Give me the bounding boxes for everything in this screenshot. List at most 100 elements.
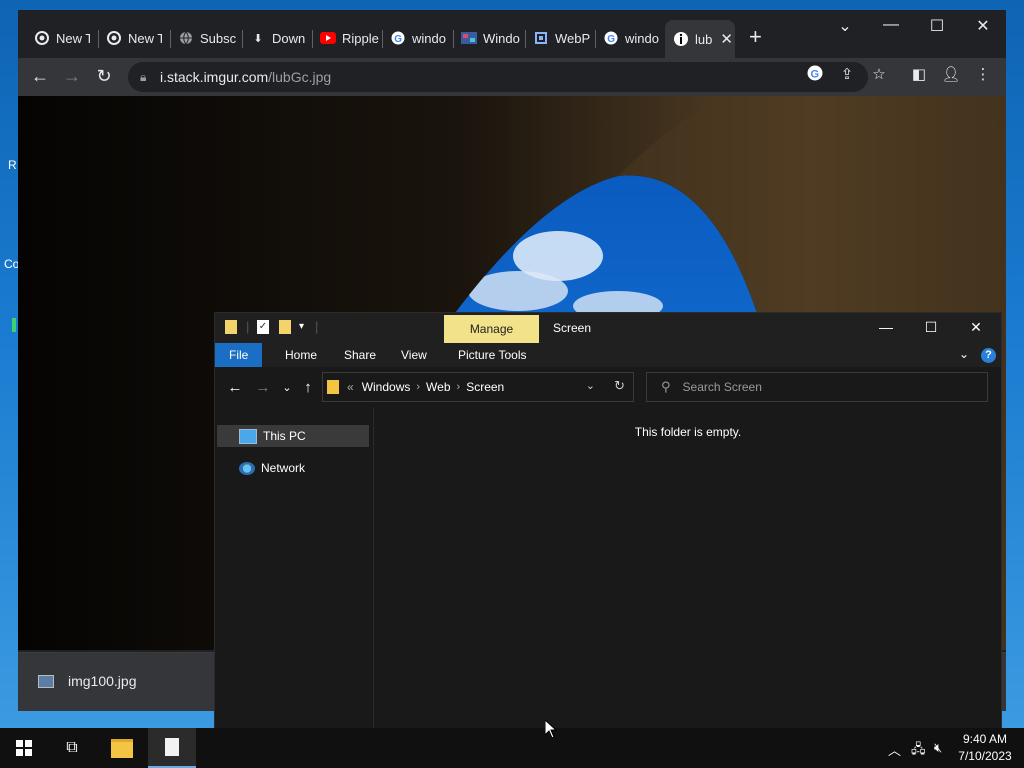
svg-text:G: G: [811, 69, 820, 81]
browser-tab[interactable]: ⬇ Down: [242, 24, 308, 52]
side-panel-icon[interactable]: ◧: [908, 65, 930, 83]
customize-quick-access-icon[interactable]: ▾: [299, 321, 304, 332]
breadcrumb-screen[interactable]: Screen: [466, 380, 504, 394]
tab-search-chevron-icon[interactable]: ⌄: [822, 16, 868, 36]
browser-tab[interactable]: Subsc: [170, 24, 236, 52]
browser-tab[interactable]: Ripple: [312, 24, 380, 52]
address-overflow[interactable]: «: [347, 380, 354, 394]
browser-tab[interactable]: Windo: [453, 24, 521, 52]
file-explorer-icon: [111, 738, 133, 758]
maximize-icon[interactable]: ☐: [908, 319, 954, 336]
back-arrow-icon[interactable]: ←: [28, 66, 52, 86]
browser-tab[interactable]: WebP: [525, 24, 591, 52]
navigation-pane: This PC Network: [215, 407, 374, 729]
start-button[interactable]: [0, 728, 48, 768]
tab-home[interactable]: Home: [271, 343, 331, 367]
explorer-titlebar: | ✓ ▾ | Manage Screen — ☐ ✕: [215, 313, 1001, 343]
tab-file[interactable]: File: [215, 343, 263, 367]
tab-share[interactable]: Share: [330, 343, 390, 367]
share-icon[interactable]: ⇪: [836, 65, 858, 83]
expand-ribbon-chevron-icon[interactable]: ⌄: [959, 347, 969, 361]
minimize-icon[interactable]: —: [863, 319, 909, 335]
chevron-right-icon[interactable]: ›: [457, 381, 461, 393]
file-list-area[interactable]: This folder is empty.: [375, 407, 1001, 729]
tab-label: Windo: [483, 30, 520, 46]
tab-label: windo: [412, 30, 446, 46]
tab-view[interactable]: View: [387, 343, 441, 367]
document-icon: [165, 738, 179, 756]
tab-label: Subsc: [200, 30, 236, 46]
browser-tab[interactable]: New T: [26, 24, 90, 52]
address-dropdown-chevron-icon[interactable]: ⌄: [586, 379, 595, 392]
new-folder-icon[interactable]: [279, 320, 291, 334]
browser-tab[interactable]: G windo: [382, 24, 448, 52]
close-tab-icon[interactable]: ✕: [720, 30, 733, 48]
breadcrumb-web[interactable]: Web: [426, 380, 450, 394]
reload-icon[interactable]: ↻: [92, 66, 116, 86]
svg-text:G: G: [607, 34, 615, 45]
desktop-icon-label[interactable]: R: [8, 158, 17, 172]
address-bar[interactable]: 🔒︎ i.stack.imgur.com/lubGc.jpg: [128, 62, 868, 92]
volume-muted-icon[interactable]: 🔇︎: [934, 740, 942, 756]
browser-tab[interactable]: G windo: [595, 24, 661, 52]
file-explorer-taskbar-button[interactable]: [98, 728, 146, 768]
download-item[interactable]: img100.jpg: [38, 673, 137, 689]
clock-date: 7/10/2023: [958, 749, 1012, 763]
forward-arrow-icon[interactable]: →: [60, 66, 84, 86]
window-title: Screen: [553, 321, 592, 335]
breadcrumb-windows[interactable]: Windows: [362, 380, 411, 394]
profile-icon[interactable]: 👤︎: [940, 65, 962, 83]
close-icon[interactable]: ✕: [960, 16, 1006, 36]
tab-label: windo: [625, 30, 659, 46]
properties-icon[interactable]: ✓: [257, 320, 269, 334]
system-clock[interactable]: 9:40 AM 7/10/2023: [952, 731, 1018, 765]
help-icon[interactable]: ?: [981, 348, 996, 363]
tab-strip: New T New T Subsc ⬇ Down Ripple G windo: [18, 10, 1006, 58]
google-lens-icon[interactable]: G: [804, 65, 826, 85]
network-icon: [239, 461, 255, 475]
nav-item-network[interactable]: Network: [217, 457, 369, 479]
folder-icon[interactable]: [225, 320, 237, 334]
maximize-icon[interactable]: ☐: [914, 16, 960, 36]
network-tray-icon[interactable]: 🖧︎: [911, 740, 926, 762]
minimize-icon[interactable]: —: [868, 16, 914, 34]
qa-separator: |: [246, 319, 250, 334]
search-icon: ⚲: [661, 379, 671, 394]
back-arrow-icon[interactable]: ←: [225, 379, 245, 396]
tab-picture-tools[interactable]: Picture Tools: [444, 343, 540, 367]
forward-arrow-icon[interactable]: →: [253, 379, 273, 396]
nav-item-this-pc[interactable]: This PC: [217, 425, 369, 447]
manage-contextual-tab[interactable]: Manage: [444, 315, 539, 343]
tab-label: WebP: [555, 30, 591, 46]
chevron-right-icon[interactable]: ›: [416, 381, 420, 393]
globe-icon: [178, 30, 194, 46]
nav-item-label: Network: [261, 461, 306, 475]
show-hidden-icons-chevron-icon[interactable]: ︿: [888, 740, 901, 759]
chrome-icon: [106, 30, 122, 46]
site-icon: [533, 30, 549, 46]
lock-icon[interactable]: 🔒︎: [140, 70, 154, 85]
new-tab-button[interactable]: +: [749, 26, 762, 48]
refresh-icon[interactable]: ↻: [614, 378, 625, 394]
svg-text:G: G: [394, 34, 402, 45]
browser-tab-active[interactable]: lub ✕: [665, 20, 735, 58]
chrome-icon: [34, 30, 50, 46]
search-input[interactable]: [680, 379, 985, 395]
browser-tab[interactable]: New T: [98, 24, 162, 52]
imgur-icon: [673, 31, 689, 47]
menu-kebab-icon[interactable]: ⋮: [972, 65, 994, 83]
site-icon: [461, 30, 477, 46]
search-box[interactable]: ⚲: [646, 372, 988, 402]
explorer-navbar: ← → ⌄ ↑ « Windows › Web › Screen ⌄ ↻ ⚲: [215, 367, 1001, 407]
up-arrow-icon[interactable]: ↑: [298, 379, 318, 396]
address-bar[interactable]: « Windows › Web › Screen ⌄ ↻: [322, 372, 634, 402]
notepad-taskbar-button[interactable]: [148, 728, 196, 768]
qa-separator: |: [315, 319, 319, 334]
tab-label: Down: [272, 30, 306, 46]
download-filename: img100.jpg: [68, 673, 137, 689]
bookmark-star-icon[interactable]: ☆: [868, 65, 890, 83]
recent-locations-chevron-icon[interactable]: ⌄: [277, 381, 297, 394]
close-icon[interactable]: ✕: [953, 319, 999, 336]
task-view-button[interactable]: ⧉: [48, 728, 96, 768]
nav-item-label: This PC: [263, 429, 306, 443]
